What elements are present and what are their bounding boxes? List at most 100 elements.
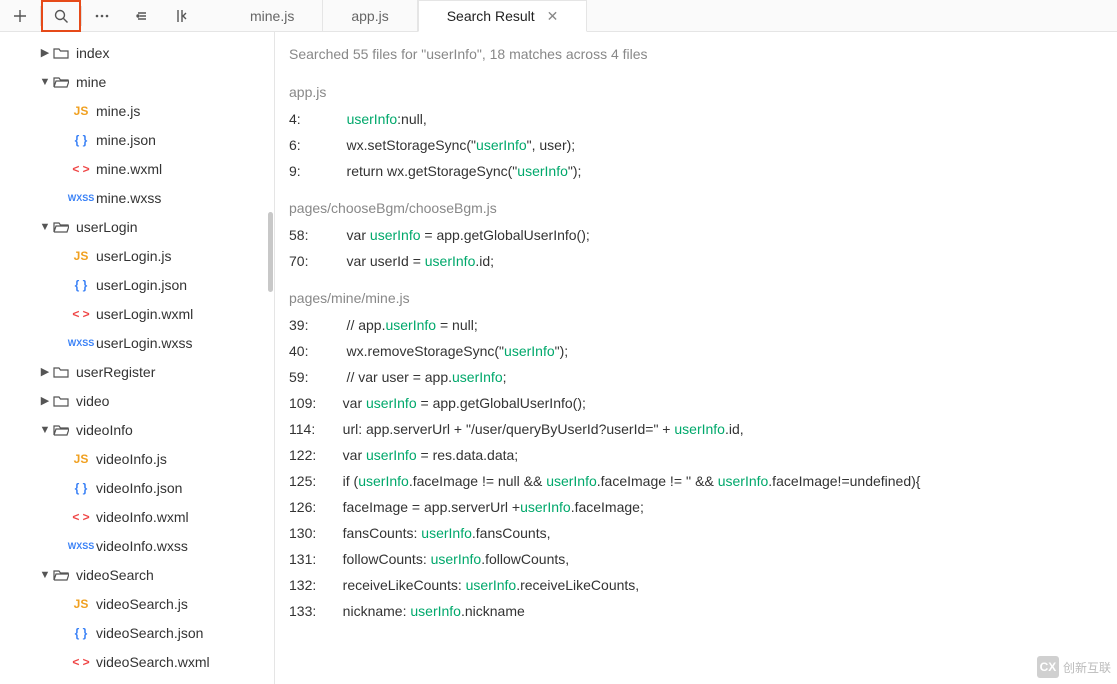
- result-line[interactable]: 6: wx.setStorageSync("userInfo", user);: [289, 132, 1117, 158]
- json-icon: { }: [72, 278, 90, 292]
- line-number: 9:: [289, 158, 331, 184]
- wxml-icon: < >: [72, 655, 90, 669]
- tree-item-videoinfo-js[interactable]: JS videoInfo.js: [0, 444, 274, 473]
- tree-item-videosearch-js[interactable]: JSvideoSearch.js: [0, 589, 274, 618]
- tab-mine-js[interactable]: mine.js: [222, 0, 323, 31]
- result-line[interactable]: 59: // var user = app.userInfo;: [289, 364, 1117, 390]
- line-number: 114:: [289, 416, 331, 442]
- json-icon: { }: [72, 626, 90, 640]
- tab-label: app.js: [351, 8, 388, 24]
- tree-item-videoinfo[interactable]: ▼videoInfo: [0, 415, 274, 444]
- result-line[interactable]: 125: if (userInfo.faceImage != null && u…: [289, 468, 1117, 494]
- result-file-heading[interactable]: pages/chooseBgm/chooseBgm.js: [289, 200, 1117, 216]
- tab-label: mine.js: [250, 8, 294, 24]
- chevron-down-icon[interactable]: ▼: [38, 424, 52, 436]
- tree-item-index[interactable]: ▶ index: [0, 38, 274, 67]
- json-icon: { }: [72, 481, 90, 495]
- tree-item-userlogin-json[interactable]: { } userLogin.json: [0, 270, 274, 299]
- tab-app-js[interactable]: app.js: [323, 0, 417, 31]
- code-text: // app.userInfo = null;: [331, 312, 478, 338]
- code-text: var userInfo = app.getGlobalUserInfo();: [331, 222, 590, 248]
- tree-label: userRegister: [76, 364, 155, 380]
- json-icon: { }: [72, 133, 90, 147]
- chevron-down-icon[interactable]: ▼: [38, 76, 52, 88]
- tree-label: videoInfo.js: [96, 451, 167, 467]
- tree-item-mine[interactable]: ▼mine: [0, 67, 274, 96]
- tree-item-videosearch-wxml[interactable]: < >videoSearch.wxml: [0, 647, 274, 676]
- result-line[interactable]: 109: var userInfo = app.getGlobalUserInf…: [289, 390, 1117, 416]
- code-text: wx.removeStorageSync("userInfo");: [331, 338, 568, 364]
- more-icon[interactable]: [82, 0, 122, 32]
- tree-item-mine-json[interactable]: { } mine.json: [0, 125, 274, 154]
- chevron-down-icon[interactable]: ▼: [38, 221, 52, 233]
- tree-label: index: [76, 45, 109, 61]
- result-line[interactable]: 126: faceImage = app.serverUrl +userInfo…: [289, 494, 1117, 520]
- result-line[interactable]: 4: userInfo:null,: [289, 106, 1117, 132]
- result-line[interactable]: 122: var userInfo = res.data.data;: [289, 442, 1117, 468]
- chevron-down-icon[interactable]: ▼: [38, 569, 52, 581]
- chevron-right-icon[interactable]: ▶: [38, 46, 52, 59]
- tree-label: videoSearch.js: [96, 596, 188, 612]
- result-line[interactable]: 9: return wx.getStorageSync("userInfo");: [289, 158, 1117, 184]
- code-text: var userInfo = app.getGlobalUserInfo();: [331, 390, 586, 416]
- result-line[interactable]: 130: fansCounts: userInfo.fansCounts,: [289, 520, 1117, 546]
- folder-open-icon: [52, 75, 70, 89]
- tree-item-videoinfo-json[interactable]: { }videoInfo.json: [0, 473, 274, 502]
- folder-icon: [52, 46, 70, 60]
- result-file-heading[interactable]: app.js: [289, 84, 1117, 100]
- tree-label: video: [76, 393, 109, 409]
- result-line[interactable]: 132: receiveLikeCounts: userInfo.receive…: [289, 572, 1117, 598]
- line-number: 130:: [289, 520, 331, 546]
- line-number: 59:: [289, 364, 331, 390]
- tree-item-videosearch-json[interactable]: { }videoSearch.json: [0, 618, 274, 647]
- result-line[interactable]: 133: nickname: userInfo.nickname: [289, 598, 1117, 624]
- tree-label: userLogin: [76, 219, 138, 235]
- result-line[interactable]: 114: url: app.serverUrl + "/user/queryBy…: [289, 416, 1117, 442]
- result-line[interactable]: 131: followCounts: userInfo.followCounts…: [289, 546, 1117, 572]
- tree-item-userlogin-wxml[interactable]: < >userLogin.wxml: [0, 299, 274, 328]
- tree-item-userregister[interactable]: ▶ userRegister: [0, 357, 274, 386]
- result-line[interactable]: 39: // app.userInfo = null;: [289, 312, 1117, 338]
- tree-label: userLogin.json: [96, 277, 187, 293]
- tree-item-userlogin-wxss[interactable]: WXSSuserLogin.wxss: [0, 328, 274, 357]
- filter-icon[interactable]: [122, 0, 162, 32]
- tree-item-mine-js[interactable]: JSmine.js: [0, 96, 274, 125]
- code-text: url: app.serverUrl + "/user/queryByUserI…: [331, 416, 744, 442]
- tree-label: userLogin.wxml: [96, 306, 193, 322]
- code-text: wx.setStorageSync("userInfo", user);: [331, 132, 575, 158]
- result-line[interactable]: 40: wx.removeStorageSync("userInfo");: [289, 338, 1117, 364]
- result-line[interactable]: 58: var userInfo = app.getGlobalUserInfo…: [289, 222, 1117, 248]
- folder-open-icon: [52, 220, 70, 234]
- tree-item-video[interactable]: ▶ video: [0, 386, 274, 415]
- code-text: var userInfo = res.data.data;: [331, 442, 518, 468]
- chevron-right-icon[interactable]: ▶: [38, 365, 52, 378]
- tree-item-videoinfo-wxml[interactable]: < >videoInfo.wxml: [0, 502, 274, 531]
- tree-item-mine-wxss[interactable]: WXSSmine.wxss: [0, 183, 274, 212]
- watermark: CX 创新互联: [1037, 656, 1111, 678]
- code-text: receiveLikeCounts: userInfo.receiveLikeC…: [331, 572, 639, 598]
- result-file-heading[interactable]: pages/mine/mine.js: [289, 290, 1117, 306]
- close-icon[interactable]: ✕: [547, 8, 559, 25]
- collapse-icon[interactable]: [162, 0, 202, 32]
- line-number: 109:: [289, 390, 331, 416]
- tree-label: videoSearch: [76, 567, 154, 583]
- tree-item-videosearch[interactable]: ▼ videoSearch: [0, 560, 274, 589]
- tree-item-userlogin-js[interactable]: JSuserLogin.js: [0, 241, 274, 270]
- chevron-right-icon[interactable]: ▶: [38, 394, 52, 407]
- tab-search-result[interactable]: Search Result✕: [418, 0, 588, 32]
- search-icon[interactable]: [41, 0, 81, 32]
- result-line[interactable]: 70: var userId = userInfo.id;: [289, 248, 1117, 274]
- folder-icon: [52, 394, 70, 408]
- tree-item-mine-wxml[interactable]: < >mine.wxml: [0, 154, 274, 183]
- code-text: return wx.getStorageSync("userInfo");: [331, 158, 581, 184]
- tree-item-userlogin[interactable]: ▼ userLogin: [0, 212, 274, 241]
- tree-item-videoinfo-wxss[interactable]: WXSSvideoInfo.wxss: [0, 531, 274, 560]
- add-icon[interactable]: [0, 0, 40, 32]
- tree-label: mine.json: [96, 132, 156, 148]
- folder-icon: [52, 365, 70, 379]
- code-text: nickname: userInfo.nickname: [331, 598, 525, 624]
- wxss-icon: WXSS: [72, 541, 90, 551]
- js-icon: JS: [72, 452, 90, 466]
- tree-label: mine.wxml: [96, 161, 162, 177]
- line-number: 4:: [289, 106, 331, 132]
